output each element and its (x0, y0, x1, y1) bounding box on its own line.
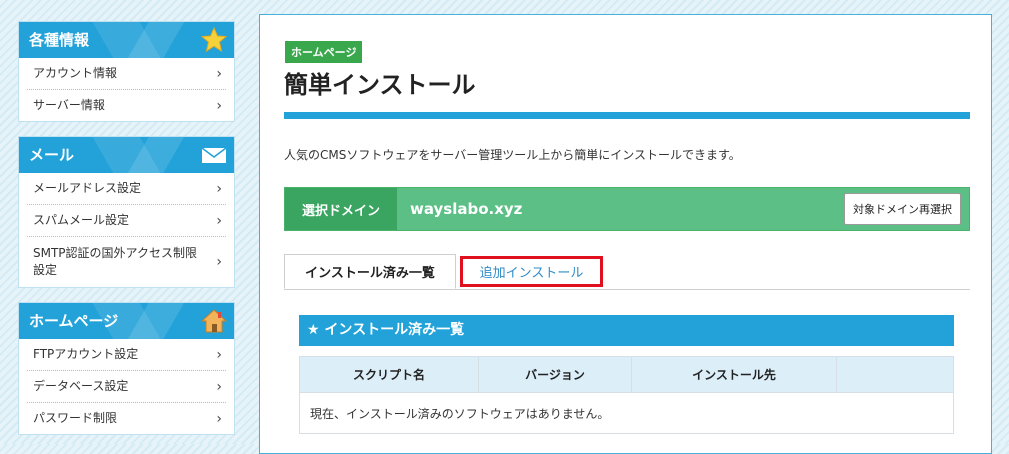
sidebar-item-label: FTPアカウント設定 (33, 347, 139, 361)
selected-domain-bar: 選択ドメイン wayslabo.xyz 対象ドメイン再選択 (284, 187, 970, 231)
title-divider (284, 112, 970, 119)
star-icon (200, 26, 228, 53)
column-header-actions (836, 356, 954, 393)
domain-label: 選択ドメイン (285, 188, 397, 230)
tab-installed-list[interactable]: インストール済み一覧 (284, 254, 456, 289)
sidebar-item-label: データベース設定 (33, 379, 129, 393)
installed-table: スクリプト名 バージョン インストール先 現在、インストール済みのソフトウェアは… (299, 356, 954, 434)
sidebar-item-smtp-restriction[interactable]: SMTP認証の国外アクセス制限設定 › (27, 237, 226, 287)
sidebar-item-mail-address[interactable]: メールアドレス設定 › (27, 173, 226, 205)
column-header-install-location: インストール先 (631, 356, 837, 393)
sidebar-item-spam-mail[interactable]: スパムメール設定 › (27, 205, 226, 237)
sidebar-item-label: アカウント情報 (33, 66, 118, 80)
sidebar-section-header: メール (19, 137, 234, 173)
sidebar: 各種情報 アカウント情報 › サーバー情報 › メール メールアドレス設定 › … (18, 21, 235, 449)
tab-bar: インストール済み一覧 追加インストール (284, 254, 970, 290)
chevron-right-icon: › (216, 346, 222, 363)
chevron-right-icon: › (216, 97, 222, 114)
sidebar-item-label: パスワード制限 (33, 411, 118, 425)
sidebar-section-header: ホームページ (19, 303, 234, 339)
sidebar-section-homepage: ホームページ FTPアカウント設定 › データベース設定 › パスワード制限 › (18, 302, 235, 435)
sidebar-item-account-info[interactable]: アカウント情報 › (27, 58, 226, 90)
envelope-icon (201, 147, 227, 163)
installed-list-heading: ★ インストール済み一覧 (299, 315, 954, 346)
page-title: 簡単インストール (284, 71, 476, 99)
table-header-row: スクリプト名 バージョン インストール先 (299, 356, 954, 393)
sidebar-item-label: メールアドレス設定 (33, 181, 142, 195)
sidebar-section-info: 各種情報 アカウント情報 › サーバー情報 › (18, 21, 235, 122)
sidebar-section-header: 各種情報 (19, 22, 234, 58)
chevron-right-icon: › (216, 180, 222, 197)
sidebar-section-title: 各種情報 (29, 31, 90, 49)
sidebar-section-title: ホームページ (29, 312, 119, 330)
empty-table-message: 現在、インストール済みのソフトウェアはありません。 (299, 392, 954, 434)
sidebar-item-ftp-account[interactable]: FTPアカウント設定 › (27, 339, 226, 371)
column-header-script: スクリプト名 (299, 356, 479, 393)
sidebar-section-title: メール (29, 146, 75, 164)
sidebar-item-password-restriction[interactable]: パスワード制限 › (27, 403, 226, 434)
tab-add-install[interactable]: 追加インストール (460, 256, 603, 287)
column-header-version: バージョン (478, 356, 632, 393)
sidebar-item-label: SMTP認証の国外アクセス制限設定 (33, 246, 197, 277)
main-panel: ホームページ 簡単インストール 人気のCMSソフトウェアをサーバー管理ツール上か… (259, 14, 992, 454)
reselect-domain-button[interactable]: 対象ドメイン再選択 (844, 193, 961, 225)
sidebar-item-label: サーバー情報 (33, 98, 105, 112)
domain-value: wayslabo.xyz (410, 200, 523, 218)
house-icon (200, 309, 228, 333)
sidebar-item-server-info[interactable]: サーバー情報 › (27, 90, 226, 121)
sidebar-section-mail: メール メールアドレス設定 › スパムメール設定 › SMTP認証の国外アクセス… (18, 136, 235, 288)
page-description: 人気のCMSソフトウェアをサーバー管理ツール上から簡単にインストールできます。 (284, 148, 741, 162)
category-badge: ホームページ (285, 41, 363, 63)
chevron-right-icon: › (216, 378, 222, 395)
chevron-right-icon: › (216, 65, 222, 82)
chevron-right-icon: › (216, 254, 222, 270)
chevron-right-icon: › (216, 212, 222, 229)
chevron-right-icon: › (216, 410, 222, 427)
table-row: 現在、インストール済みのソフトウェアはありません。 (299, 392, 954, 434)
sidebar-item-label: スパムメール設定 (33, 213, 130, 227)
sidebar-item-database[interactable]: データベース設定 › (27, 371, 226, 403)
